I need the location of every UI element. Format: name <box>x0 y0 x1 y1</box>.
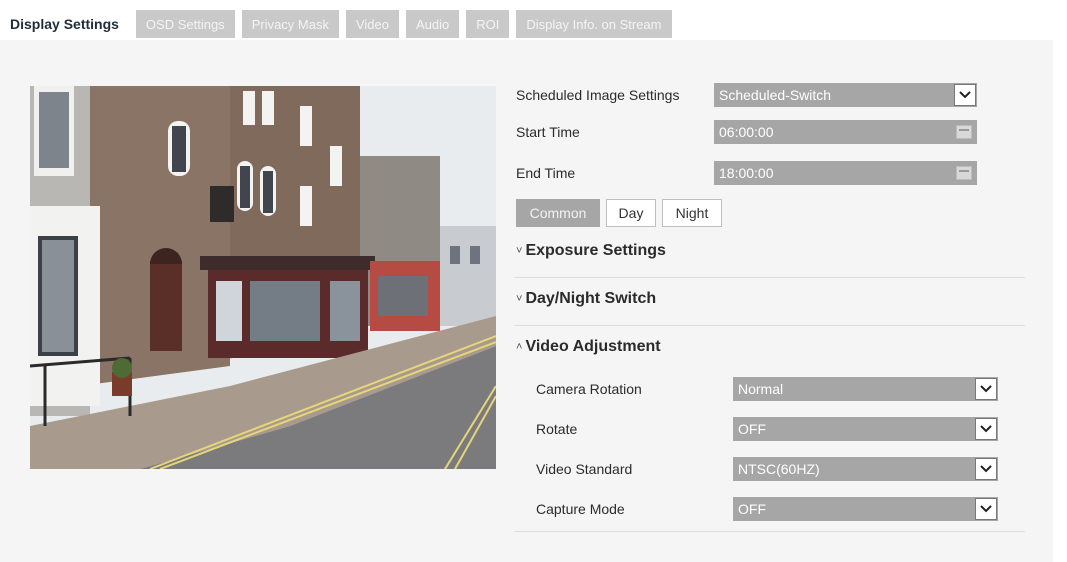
start-time-field[interactable]: 06:00:00 <box>714 120 977 144</box>
tab-label: Display Settings <box>10 16 119 32</box>
rotate-label: Rotate <box>536 421 578 437</box>
rotate-select[interactable]: OFF <box>733 417 998 441</box>
chevron-down-icon: ˅ <box>516 245 523 257</box>
divider <box>514 531 1025 532</box>
chevron-down-icon <box>975 418 997 440</box>
tab-roi[interactable]: ROI <box>466 10 510 38</box>
tab-audio[interactable]: Audio <box>406 10 460 38</box>
start-time-label: Start Time <box>516 124 580 140</box>
start-time-value: 06:00:00 <box>719 124 774 140</box>
tab-osd-settings[interactable]: OSD Settings <box>135 10 235 38</box>
tab-label: Display Info. on Stream <box>526 16 662 32</box>
tab-label: Video <box>355 16 389 32</box>
tab-label: Audio <box>416 16 450 32</box>
chevron-down-icon <box>975 378 997 400</box>
chevron-down-icon <box>954 84 976 106</box>
camera-rotation-value: Normal <box>738 381 784 397</box>
end-time-value: 18:00:00 <box>719 165 774 181</box>
video-standard-value: NTSC(60HZ) <box>738 461 820 477</box>
chevron-down-icon <box>975 498 997 520</box>
calendar-icon[interactable] <box>956 166 972 180</box>
scheduled-image-settings-select[interactable]: Scheduled-Switch <box>714 83 977 107</box>
camera-rotation-select[interactable]: Normal <box>733 377 998 401</box>
video-standard-select[interactable]: NTSC(60HZ) <box>733 457 998 481</box>
street-scene-image <box>30 86 496 469</box>
tab-label: OSD Settings <box>145 16 225 32</box>
tab-label: ROI <box>476 16 500 32</box>
day-mode-button[interactable]: Day <box>606 199 656 227</box>
capture-mode-value: OFF <box>738 501 766 517</box>
camera-rotation-label: Camera Rotation <box>536 381 642 397</box>
exposure-settings-section[interactable]: ˅ Exposure Settings <box>516 242 666 260</box>
night-mode-button[interactable]: Night <box>662 199 722 227</box>
tab-display-info-on-stream[interactable]: Display Info. on Stream <box>516 10 672 38</box>
chevron-up-icon: ˄ <box>516 341 523 353</box>
chevron-down-icon: ˅ <box>516 293 523 305</box>
scheduled-image-settings-label: Scheduled Image Settings <box>516 87 680 103</box>
scheduled-image-settings-value: Scheduled-Switch <box>719 87 832 103</box>
live-preview-image <box>30 86 496 469</box>
display-settings-panel: Scheduled Image Settings Scheduled-Switc… <box>0 40 1053 562</box>
section-title: Exposure Settings <box>525 242 666 259</box>
capture-mode-label: Capture Mode <box>536 501 625 517</box>
video-standard-label: Video Standard <box>536 461 633 477</box>
divider <box>514 277 1025 278</box>
section-title: Video Adjustment <box>525 338 661 355</box>
capture-mode-select[interactable]: OFF <box>733 497 998 521</box>
chevron-down-icon <box>975 458 997 480</box>
calendar-icon[interactable] <box>956 125 972 139</box>
video-adjustment-section[interactable]: ˄ Video Adjustment <box>516 338 661 356</box>
tab-label: Privacy Mask <box>251 16 329 32</box>
divider <box>514 325 1025 326</box>
end-time-label: End Time <box>516 165 576 181</box>
tab-display-settings[interactable]: Display Settings <box>0 10 129 38</box>
tab-privacy-mask[interactable]: Privacy Mask <box>241 10 339 38</box>
rotate-value: OFF <box>738 421 766 437</box>
end-time-field[interactable]: 18:00:00 <box>714 161 977 185</box>
common-mode-button[interactable]: Common <box>516 199 600 227</box>
tab-video[interactable]: Video <box>345 10 399 38</box>
tab-bar: Display Settings OSD Settings Privacy Ma… <box>0 10 679 38</box>
section-title: Day/Night Switch <box>525 290 657 307</box>
day-night-switch-section[interactable]: ˅ Day/Night Switch <box>516 290 656 308</box>
